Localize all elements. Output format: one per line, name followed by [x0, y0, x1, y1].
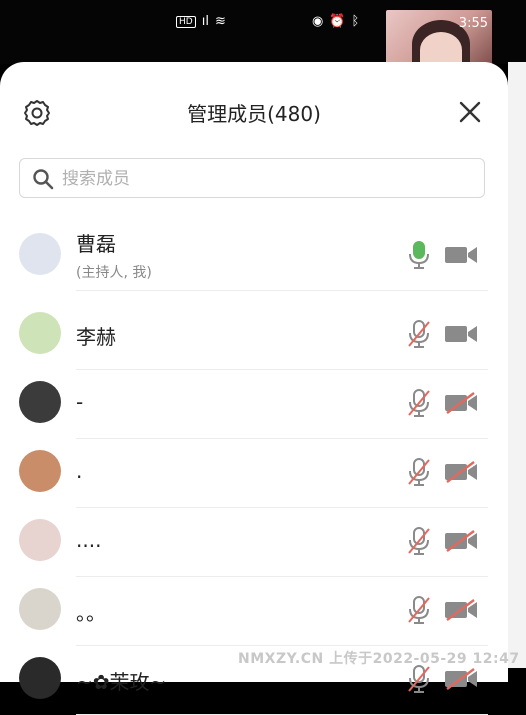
member-role: (主持人, 我) [76, 265, 152, 281]
microphone-muted-icon[interactable] [406, 388, 432, 418]
video-pip-preview[interactable]: 3:55 [386, 10, 492, 68]
microphone-icon[interactable] [406, 240, 432, 270]
camera-off-icon[interactable] [444, 392, 478, 414]
search-icon [33, 169, 54, 190]
search-input[interactable] [60, 165, 474, 193]
status-bar: HD ıl ≋ ◉ ⏰ ᛒ 3:55 [0, 0, 526, 68]
list-item[interactable]: 。。 [0, 577, 508, 646]
list-item[interactable]: .... [0, 508, 508, 577]
alarm-icon: ⏰ [329, 14, 346, 29]
eye-icon: ◉ [312, 14, 324, 29]
avatar [19, 519, 61, 561]
camera-off-icon[interactable] [444, 461, 478, 483]
page-title: 管理成员(480) [187, 102, 321, 126]
wifi-icon: ≋ [214, 14, 226, 29]
list-item[interactable]: 曹磊 (主持人, 我) [0, 222, 508, 291]
divider [76, 290, 488, 291]
member-name: ~✿茉玫~ [76, 670, 167, 694]
hd-icon: HD [176, 15, 196, 28]
microphone-muted-icon[interactable] [406, 319, 432, 349]
member-name: 。。 [76, 601, 106, 625]
camera-icon[interactable] [444, 244, 478, 266]
search-bar[interactable] [19, 158, 485, 198]
member-name: 李赫 [76, 325, 116, 349]
status-left-icons: HD ıl ≋ [176, 14, 226, 29]
camera-off-icon[interactable] [444, 530, 478, 552]
camera-off-icon[interactable] [444, 599, 478, 621]
avatar [19, 381, 61, 423]
microphone-muted-icon[interactable] [406, 457, 432, 487]
member-management-sheet: 管理成员(480) 曹磊 (主持人, 我) 李赫 -..... 。。 ~✿茉玫~ [0, 62, 508, 715]
close-icon[interactable] [458, 100, 482, 124]
watermark: NMXZY.CN 上传于2022-05-29 12:47 [238, 651, 520, 667]
avatar [19, 233, 61, 275]
microphone-muted-icon[interactable] [406, 664, 432, 694]
camera-icon[interactable] [444, 323, 478, 345]
screen-edge [508, 62, 526, 668]
camera-off-icon[interactable] [444, 668, 478, 690]
bluetooth-icon: ᛒ [351, 14, 360, 29]
sheet-header: 管理成员(480) [0, 62, 508, 160]
list-item[interactable]: . [0, 439, 508, 508]
avatar [19, 312, 61, 354]
status-time: 3:55 [458, 16, 488, 31]
microphone-muted-icon[interactable] [406, 595, 432, 625]
member-name: . [76, 459, 83, 483]
signal-icon: ıl [201, 14, 209, 29]
member-name: - [76, 390, 84, 414]
list-item[interactable]: 李赫 [0, 301, 508, 370]
member-name: 曹磊 [76, 232, 116, 256]
avatar [19, 450, 61, 492]
status-right-icons: ◉ ⏰ ᛒ [312, 14, 359, 29]
avatar [19, 588, 61, 630]
member-name: .... [76, 528, 102, 552]
avatar [19, 657, 61, 699]
list-item[interactable]: - [0, 370, 508, 439]
microphone-muted-icon[interactable] [406, 526, 432, 556]
